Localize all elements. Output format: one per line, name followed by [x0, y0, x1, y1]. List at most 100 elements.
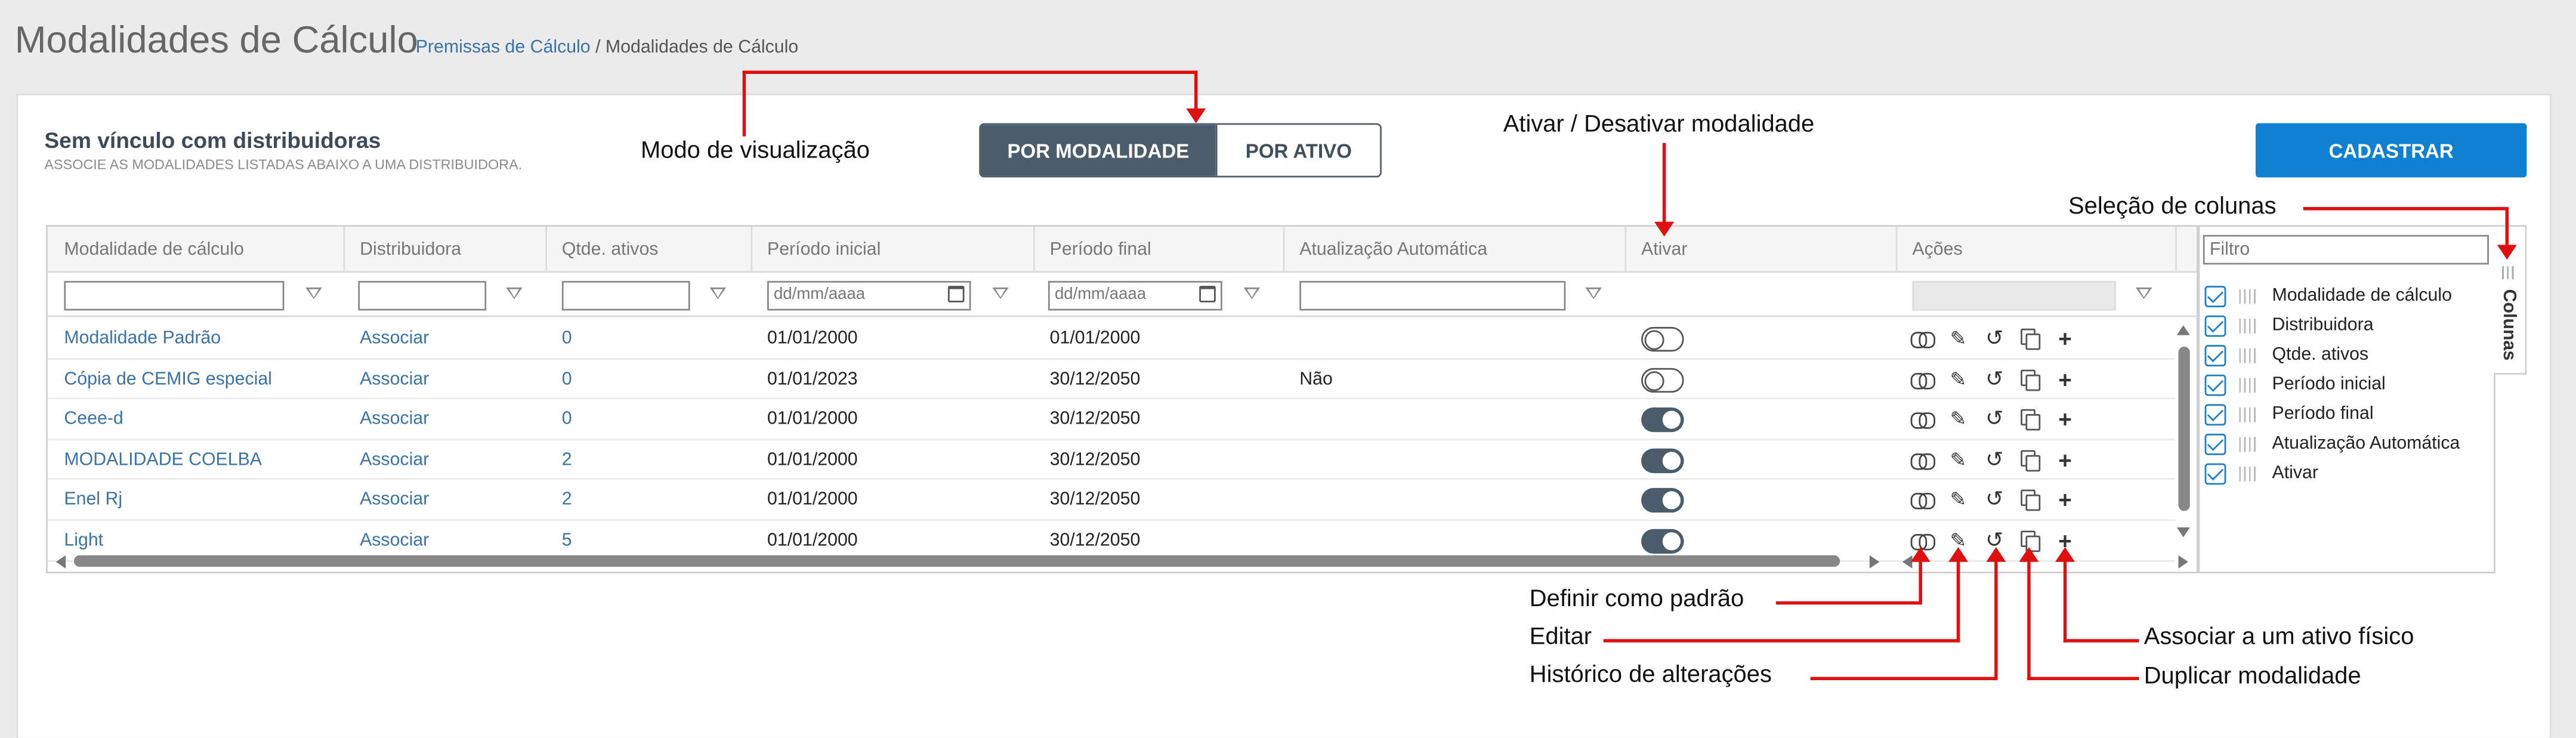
copy-icon[interactable] — [2021, 328, 2041, 350]
associate-distributor-link[interactable]: Associar — [344, 400, 429, 439]
checkbox-checked-icon[interactable] — [2204, 285, 2226, 307]
filter-icon[interactable] — [305, 287, 322, 299]
filter-icon[interactable] — [992, 287, 1009, 299]
column-header-modality[interactable]: Modalidade de cálculo — [48, 227, 243, 273]
copy-icon[interactable] — [2021, 369, 2041, 391]
column-option[interactable]: Atualização Automática — [2204, 430, 2460, 456]
history-icon[interactable]: ↺ — [1981, 480, 2007, 520]
assets-count-link[interactable]: 0 — [545, 400, 572, 439]
link-icon[interactable] — [1910, 372, 1935, 389]
column-header-distributor[interactable]: Distribuidora — [344, 227, 461, 273]
link-icon[interactable] — [1910, 533, 1935, 551]
column-option[interactable]: Ativar — [2204, 460, 2318, 486]
drag-handle-icon[interactable] — [2239, 288, 2257, 304]
column-option[interactable]: Qtde. ativos — [2204, 342, 2368, 368]
scroll-right-icon[interactable] — [2178, 555, 2189, 569]
column-option[interactable]: Período final — [2204, 401, 2374, 427]
plus-icon[interactable]: + — [2052, 480, 2078, 520]
link-icon[interactable] — [1910, 493, 1935, 510]
pencil-icon[interactable]: ✎ — [1945, 480, 1971, 520]
column-header-actions[interactable]: Ações — [1896, 227, 1962, 273]
filter-input-distributor[interactable] — [358, 280, 487, 311]
active-toggle[interactable] — [1641, 327, 1684, 352]
checkbox-checked-icon[interactable] — [2204, 373, 2226, 396]
modality-name-link[interactable]: Cópia de CEMIG especial — [48, 359, 272, 399]
associate-distributor-link[interactable]: Associar — [344, 480, 429, 520]
horizontal-scrollbar[interactable] — [46, 551, 2198, 572]
calendar-icon[interactable] — [947, 286, 965, 302]
pencil-icon[interactable]: ✎ — [1945, 440, 1971, 479]
drag-handle-icon[interactable] — [2239, 317, 2257, 333]
vertical-scroll-thumb[interactable] — [2178, 347, 2190, 511]
link-icon[interactable] — [1910, 332, 1935, 348]
active-toggle[interactable] — [1641, 448, 1684, 473]
associate-distributor-link[interactable]: Associar — [344, 440, 429, 479]
history-icon[interactable]: ↺ — [1981, 440, 2007, 479]
pencil-icon[interactable]: ✎ — [1945, 319, 1971, 358]
filter-input-auto-update[interactable] — [1299, 280, 1566, 311]
filter-input-modality[interactable] — [64, 280, 285, 311]
modality-name-link[interactable]: Enel Rj — [48, 480, 122, 520]
modality-name-link[interactable]: Ceee-d — [48, 400, 123, 439]
history-icon[interactable]: ↺ — [1981, 319, 2007, 358]
filter-input-end-date[interactable]: dd/mm/aaaa — [1048, 280, 1222, 311]
filter-icon[interactable] — [506, 287, 523, 299]
columns-filter-input[interactable] — [2203, 234, 2489, 265]
drag-handle-icon[interactable] — [2239, 347, 2257, 363]
checkbox-checked-icon[interactable] — [2204, 314, 2226, 336]
scroll-right-icon[interactable] — [1869, 555, 1880, 569]
scroll-down-icon[interactable] — [2176, 527, 2190, 538]
column-option[interactable]: Modalidade de cálculo — [2204, 283, 2452, 309]
drag-handle-icon[interactable] — [2239, 376, 2257, 392]
view-by-asset-button[interactable]: POR ATIVO — [1215, 125, 1380, 176]
plus-icon[interactable]: + — [2052, 440, 2078, 479]
view-by-modality-button[interactable]: POR MODALIDADE — [981, 125, 1216, 176]
column-header-assets[interactable]: Qtde. ativos — [545, 227, 659, 273]
copy-icon[interactable] — [2021, 449, 2041, 471]
link-icon[interactable] — [1910, 412, 1935, 430]
link-icon[interactable] — [1910, 453, 1935, 470]
filter-input-assets[interactable] — [561, 280, 690, 311]
drag-handle-icon[interactable] — [2239, 465, 2257, 481]
history-icon[interactable]: ↺ — [1981, 400, 2007, 439]
assets-count-link[interactable]: 2 — [545, 440, 572, 479]
filter-input-start-date[interactable]: dd/mm/aaaa — [767, 280, 971, 311]
assets-count-link[interactable]: 0 — [545, 319, 572, 358]
plus-icon[interactable]: + — [2052, 359, 2078, 399]
associate-distributor-link[interactable]: Associar — [344, 319, 429, 358]
column-header-start[interactable]: Período inicial — [750, 227, 881, 273]
plus-icon[interactable]: + — [2052, 319, 2078, 358]
associate-distributor-link[interactable]: Associar — [344, 359, 429, 399]
filter-icon[interactable] — [709, 287, 727, 299]
filter-icon[interactable] — [1243, 287, 1261, 299]
pencil-icon[interactable]: ✎ — [1945, 359, 1971, 399]
active-toggle[interactable] — [1641, 407, 1684, 433]
horizontal-scroll-thumb[interactable] — [73, 555, 1840, 567]
drag-handle-icon[interactable] — [2239, 406, 2257, 422]
column-header-auto-update[interactable]: Atualização Automática — [1283, 227, 1487, 273]
active-toggle[interactable] — [1641, 488, 1684, 514]
checkbox-checked-icon[interactable] — [2204, 462, 2226, 484]
column-option[interactable]: Distribuidora — [2204, 312, 2374, 338]
column-option[interactable]: Período inicial — [2204, 371, 2386, 397]
assets-count-link[interactable]: 0 — [545, 359, 572, 399]
filter-icon[interactable] — [2135, 287, 2152, 299]
vertical-scrollbar[interactable] — [2172, 317, 2195, 552]
active-toggle[interactable] — [1641, 367, 1684, 393]
modality-name-link[interactable]: Modalidade Padrão — [48, 319, 221, 358]
pencil-icon[interactable]: ✎ — [1945, 400, 1971, 439]
calendar-icon[interactable] — [1199, 286, 1216, 302]
assets-count-link[interactable]: 2 — [545, 480, 572, 520]
breadcrumb-parent-link[interactable]: Premissas de Cálculo — [416, 38, 591, 57]
filter-icon[interactable] — [1585, 287, 1602, 299]
modality-name-link[interactable]: MODALIDADE COELBA — [48, 440, 262, 479]
checkbox-checked-icon[interactable] — [2204, 344, 2226, 366]
plus-icon[interactable]: + — [2052, 400, 2078, 439]
checkbox-checked-icon[interactable] — [2204, 433, 2226, 455]
column-header-end[interactable]: Período final — [1033, 227, 1151, 273]
columns-tab-label[interactable]: Colunas — [2499, 289, 2519, 361]
checkbox-checked-icon[interactable] — [2204, 403, 2226, 425]
history-icon[interactable]: ↺ — [1981, 359, 2007, 399]
copy-icon[interactable] — [2021, 490, 2041, 512]
register-button[interactable]: CADASTRAR — [2255, 123, 2527, 178]
